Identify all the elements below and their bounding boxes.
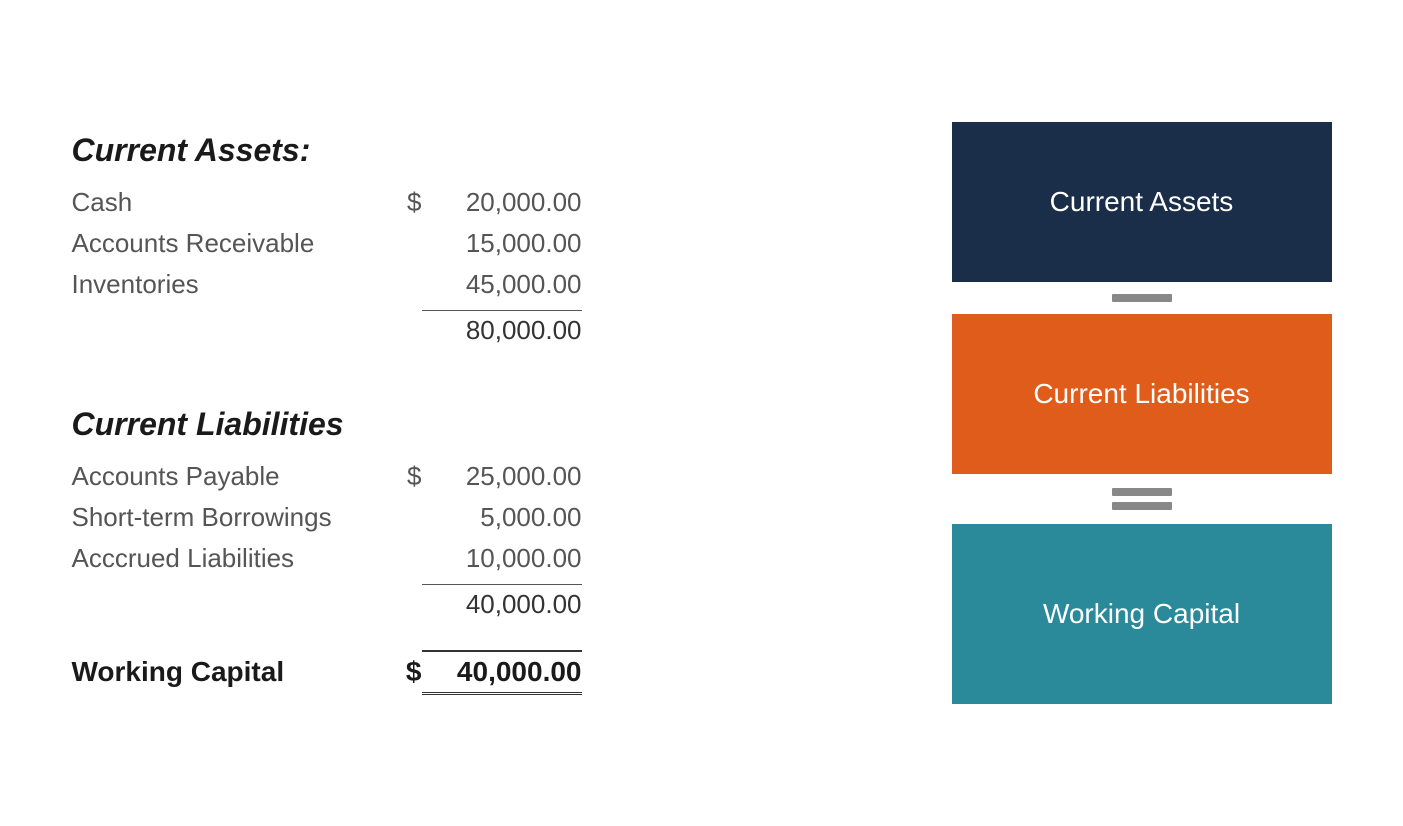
accounts-payable-row: Accounts Payable $ 25,000.00	[72, 461, 892, 492]
minus-connector	[1112, 282, 1172, 314]
visual-panel: Current Assets Current Liabilities Worki…	[952, 122, 1332, 704]
section-gap-1	[72, 366, 892, 406]
accounts-payable-label: Accounts Payable	[72, 461, 392, 492]
accrued-liabilities-label: Acccrued Liabilities	[72, 543, 392, 574]
working-capital-row: Working Capital $ 40,000.00	[72, 650, 892, 695]
accrued-liabilities-row: Acccrued Liabilities 10,000.00	[72, 543, 892, 574]
short-term-borrowings-label: Short-term Borrowings	[72, 502, 392, 533]
short-term-borrowings-row: Short-term Borrowings 5,000.00	[72, 502, 892, 533]
working-capital-box: Working Capital	[952, 524, 1332, 704]
equals-bar-2	[1112, 502, 1172, 510]
current-assets-subtotal-row: 80,000.00	[72, 310, 892, 346]
equals-connector	[1112, 474, 1172, 524]
working-capital-currency: $	[392, 656, 422, 688]
current-liabilities-subtotal: 40,000.00	[422, 584, 582, 620]
working-capital-value: 40,000.00	[422, 650, 582, 695]
current-liabilities-header: Current Liabilities	[72, 406, 892, 443]
current-liabilities-box: Current Liabilities	[952, 314, 1332, 474]
current-assets-subtotal: 80,000.00	[422, 310, 582, 346]
working-capital-box-label: Working Capital	[1043, 598, 1240, 630]
accounts-receivable-row: Accounts Receivable 15,000.00	[72, 228, 892, 259]
current-assets-subtotal-area: 80,000.00	[392, 310, 582, 346]
current-liabilities-subtotal-area: 40,000.00	[392, 584, 582, 620]
cash-value: 20,000.00	[422, 187, 582, 218]
inventories-value: 45,000.00	[422, 269, 582, 300]
cash-label: Cash	[72, 187, 392, 218]
accounts-payable-value: 25,000.00	[422, 461, 582, 492]
accrued-liabilities-value: 10,000.00	[422, 543, 582, 574]
current-assets-header: Current Assets:	[72, 132, 892, 169]
inventories-label: Inventories	[72, 269, 392, 300]
accounts-payable-currency: $	[392, 461, 422, 492]
current-liabilities-box-label: Current Liabilities	[1033, 378, 1249, 410]
accounts-receivable-value: 15,000.00	[422, 228, 582, 259]
short-term-borrowings-value: 5,000.00	[422, 502, 582, 533]
minus-bar-1	[1112, 294, 1172, 302]
financial-table: Current Assets: Cash $ 20,000.00 Account…	[72, 122, 892, 695]
inventories-row: Inventories 45,000.00	[72, 269, 892, 300]
current-assets-box: Current Assets	[952, 122, 1332, 282]
cash-row: Cash $ 20,000.00	[72, 187, 892, 218]
current-liabilities-subtotal-row: 40,000.00	[72, 584, 892, 620]
accounts-receivable-label: Accounts Receivable	[72, 228, 392, 259]
cash-currency: $	[392, 187, 422, 218]
working-capital-label: Working Capital	[72, 656, 392, 688]
page-container: Current Assets: Cash $ 20,000.00 Account…	[52, 82, 1352, 744]
current-assets-box-label: Current Assets	[1050, 186, 1234, 218]
equals-bar-1	[1112, 488, 1172, 496]
